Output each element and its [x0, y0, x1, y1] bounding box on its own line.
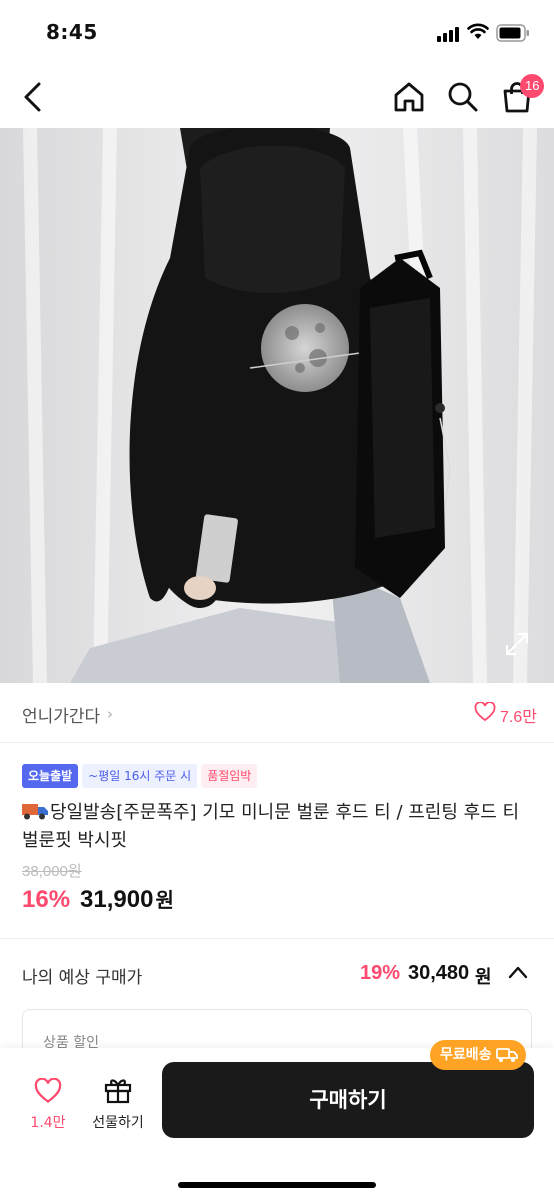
expand-icon[interactable]: [504, 631, 530, 657]
price-unit: 원: [155, 888, 174, 912]
price-row: 16% 31,900 원: [22, 884, 174, 918]
back-icon[interactable]: [18, 80, 48, 114]
wishlist-count: 1.4만: [30, 1115, 66, 1131]
today-shipping-badge: 오늘출발: [22, 764, 79, 788]
free-shipping-label: 무료배송: [440, 1047, 492, 1063]
gift-label: 선물하기: [92, 1115, 144, 1131]
gift-button[interactable]: 선물하기: [84, 1074, 152, 1136]
status-time: 8:45: [46, 20, 98, 44]
nav-bar: 16: [0, 64, 554, 128]
expected-price-label: 나의 예상 구매가: [22, 968, 143, 988]
battery-icon: [496, 24, 529, 42]
product-title-text: 당일발송[주문폭주] 기모 미니문 벌룬 후드 티 / 프린팅 후드 티 벌룬핏…: [22, 802, 520, 851]
gift-icon: [104, 1079, 132, 1104]
expected-price-row[interactable]: 나의 예상 구매가 19% 30,480 원: [0, 939, 554, 1009]
seller-like-count: 7.6만: [500, 709, 537, 726]
expected-discount-rate: 19%: [360, 962, 401, 984]
product-photo: [0, 128, 554, 683]
sale-price: 31,900: [80, 886, 154, 913]
truck-icon: [22, 804, 48, 820]
expected-price-unit: 원: [475, 967, 492, 988]
almost-sold-out-badge: 품절임박: [201, 764, 258, 788]
original-price: 38,000원: [22, 863, 82, 880]
status-bar: 8:45: [0, 0, 554, 64]
cart-count-badge: 16: [520, 74, 545, 98]
buy-button[interactable]: 구매하기: [162, 1062, 534, 1138]
product-title: 당일발송[주문폭주] 기모 미니문 벌룬 후드 티 / 프린팅 후드 티 벌룬핏…: [22, 799, 534, 855]
discount-rate: 16%: [22, 886, 71, 913]
chevron-up-icon[interactable]: [508, 965, 528, 979]
wifi-icon: [467, 23, 489, 39]
wishlist-button[interactable]: 1.4만: [20, 1076, 76, 1136]
product-badges: 오늘출발 ~평일 16시 주문 시 품절임박: [22, 764, 258, 788]
signal-icon: [437, 26, 463, 42]
shipping-cutoff-badge: ~평일 16시 주문 시: [82, 764, 198, 788]
home-icon[interactable]: [392, 80, 426, 114]
search-icon[interactable]: [446, 80, 480, 114]
heart-icon: [34, 1078, 62, 1103]
free-shipping-badge: 무료배송: [430, 1040, 526, 1070]
bottom-action-bar: 1.4만 선물하기 구매하기 무료배송: [0, 1040, 554, 1200]
seller-row[interactable]: 언니가간다 › 7.6만: [0, 683, 554, 743]
product-image-carousel[interactable]: [0, 128, 554, 683]
expected-price: 30,480: [408, 962, 470, 984]
home-indicator: [178, 1182, 376, 1188]
truck-icon: [495, 1048, 518, 1062]
seller-name[interactable]: 언니가간다: [22, 702, 100, 727]
chevron-right-icon: ›: [107, 705, 113, 723]
heart-icon[interactable]: [474, 702, 496, 722]
